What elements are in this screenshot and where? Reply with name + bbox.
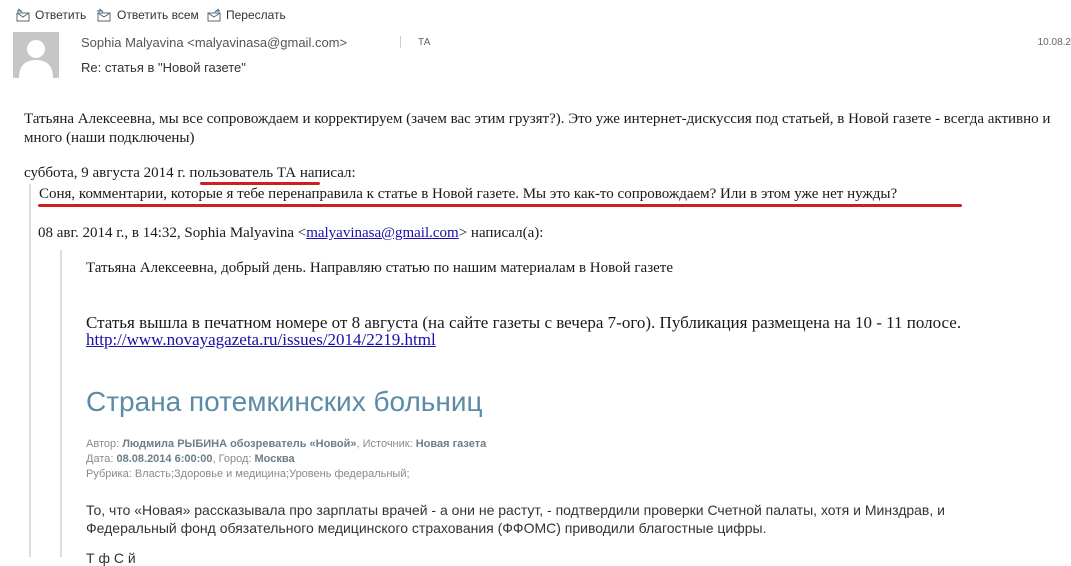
red-underline-quote [38,204,962,207]
article-rubric: Власть;Здоровье и медицина;Уровень федер… [134,468,410,480]
article-title: Страна потемкинских больниц [86,386,483,417]
article-date-line: Дата: 08.08.2014 6:00:00, Город: Москва [86,453,295,465]
reply-label: Ответить [35,8,87,22]
attribution-2-prefix: 08 авг. 2014 г., в 14:32, Sophia Malyavi… [38,225,307,241]
reply-text: Татьяна Алексеевна, мы все сопровождаем … [24,111,1051,146]
reply-all-icon [97,8,111,22]
article-link[interactable]: http://www.novayagazeta.ru/issues/2014/2… [86,330,436,349]
attribution-1-suffix: написал: [296,165,356,181]
quote-bar-outer [29,184,31,557]
attribution-1-date: суббота, 9 августа 2014 г. [24,165,190,181]
forward-label: Переслать [226,8,286,22]
recipient[interactable]: ТА [418,37,430,48]
inner-greeting: Татьяна Алексеевна, добрый день. Направл… [86,260,673,276]
article-date: 08.08.2014 6:00:00 [116,453,213,465]
source-label: , Источник: [356,438,416,450]
article-rubric-line: Рубрика: Власть;Здоровье и медицина;Уров… [86,468,410,480]
forward-button[interactable]: Переслать [207,6,286,24]
avatar [13,32,59,78]
source-name: Новая газета [415,438,487,450]
reply-icon [16,8,30,22]
red-underline-user [200,182,320,185]
message-date: 10.08.2 [1037,37,1071,48]
attribution-2: 08 авг. 2014 г., в 14:32, Sophia Malyavi… [38,225,543,242]
header-divider [400,36,401,48]
reply-all-button[interactable]: Ответить всем [96,6,199,24]
date-label: Дата: [86,453,117,465]
rubric-label: Рубрика: [86,468,135,480]
article-author-line: Автор: Людмила РЫБИНА обозреватель «Ново… [86,438,486,450]
reply-button[interactable]: Ответить [16,6,86,24]
attribution-2-email-link[interactable]: malyavinasa@gmail.com [306,225,459,241]
article-body: То, что «Новая» рассказывала про зарплат… [86,502,945,536]
forward-icon [207,8,221,22]
author-name: Людмила РЫБИНА обозреватель «Новой» [122,438,357,450]
attribution-1-user: пользователь ТА [189,165,297,181]
toolbar: Ответить Ответить всем Переслать [0,0,1071,28]
article-city: Москва [254,453,295,465]
attribution-2-suffix: > написал(а): [458,225,544,241]
quote-bar-inner [60,250,62,557]
quote-1-text: Соня, комментарии, которые я тебе перена… [39,186,898,202]
message-subject: Re: статья в "Новой газете" [81,60,246,75]
attribution-1: суббота, 9 августа 2014 г. пользователь … [24,165,356,182]
reply-all-label: Ответить всем [117,8,199,22]
article-body-cut: Т ф С й [86,550,136,566]
city-label: , Город: [212,453,255,465]
user-silhouette-icon [19,40,53,78]
author-label: Автор: [86,438,123,450]
sender[interactable]: Sophia Malyavina <malyavinasa@gmail.com> [81,35,347,50]
